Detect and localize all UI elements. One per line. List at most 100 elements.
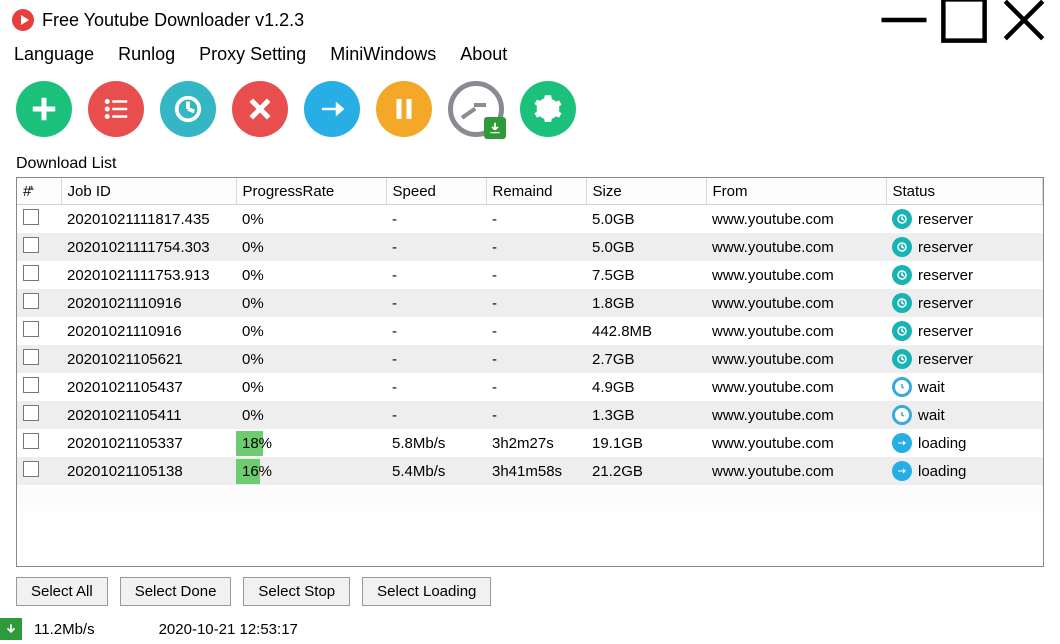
col-size[interactable]: Size [586, 178, 706, 205]
cell-job-id: 20201021105411 [61, 401, 236, 429]
cell-status: reserver [886, 317, 1043, 345]
table-row[interactable]: 202010211054110%--1.3GBwww.youtube.comwa… [17, 401, 1043, 429]
menu-miniwindows[interactable]: MiniWindows [326, 42, 440, 67]
cell-remain: - [486, 401, 586, 429]
cell-job-id: 20201021111753.913 [61, 261, 236, 289]
cell-speed: - [386, 401, 486, 429]
row-checkbox[interactable] [23, 433, 39, 449]
settings-button[interactable] [520, 81, 576, 137]
row-checkbox[interactable] [23, 237, 39, 253]
col-from[interactable]: From [706, 178, 886, 205]
cell-status: reserver [886, 261, 1043, 289]
col-job-id[interactable]: Job ID [61, 178, 236, 205]
cell-size: 5.0GB [586, 233, 706, 261]
cell-from: www.youtube.com [706, 457, 886, 485]
row-checkbox[interactable] [23, 349, 39, 365]
table-row[interactable]: 202010211056210%--2.7GBwww.youtube.comre… [17, 345, 1043, 373]
cell-progress: 0% [236, 401, 386, 429]
table-row[interactable]: 2020102110533718%5.8Mb/s3h2m27s19.1GBwww… [17, 429, 1043, 457]
cell-from: www.youtube.com [706, 233, 886, 261]
select-stop-button[interactable]: Select Stop [243, 577, 350, 606]
cell-status: reserver [886, 345, 1043, 373]
schedule-download-button[interactable] [448, 81, 504, 137]
list-button[interactable] [88, 81, 144, 137]
status-speed: 11.2Mb/s [34, 621, 95, 638]
table-row[interactable]: 20201021111753.9130%--7.5GBwww.youtube.c… [17, 261, 1043, 289]
row-checkbox[interactable] [23, 377, 39, 393]
table-row[interactable]: 202010211109160%--1.8GBwww.youtube.comre… [17, 289, 1043, 317]
menu-proxy-setting[interactable]: Proxy Setting [195, 42, 310, 67]
cell-from: www.youtube.com [706, 373, 886, 401]
row-checkbox[interactable] [23, 209, 39, 225]
col-index[interactable]: #▴ [17, 178, 61, 205]
status-reserve-icon [892, 321, 912, 341]
cell-from: www.youtube.com [706, 345, 886, 373]
status-reserve-icon [892, 349, 912, 369]
select-done-button[interactable]: Select Done [120, 577, 232, 606]
cell-status: loading [886, 457, 1043, 485]
cell-progress: 0% [236, 317, 386, 345]
status-loading-icon [892, 433, 912, 453]
cell-speed: - [386, 317, 486, 345]
cell-size: 7.5GB [586, 261, 706, 289]
cell-remain: - [486, 205, 586, 234]
cancel-button[interactable] [232, 81, 288, 137]
status-reserve-icon [892, 265, 912, 285]
row-checkbox[interactable] [23, 265, 39, 281]
cell-speed: 5.8Mb/s [386, 429, 486, 457]
cell-job-id: 20201021105437 [61, 373, 236, 401]
add-button[interactable] [16, 81, 72, 137]
timer-button[interactable] [160, 81, 216, 137]
status-loading-icon [892, 461, 912, 481]
close-button[interactable] [994, 0, 1054, 40]
table-row[interactable]: 20201021111817.4350%--5.0GBwww.youtube.c… [17, 205, 1043, 234]
row-checkbox[interactable] [23, 405, 39, 421]
menu-runlog[interactable]: Runlog [114, 42, 179, 67]
cell-size: 4.9GB [586, 373, 706, 401]
col-speed[interactable]: Speed [386, 178, 486, 205]
col-status[interactable]: Status [886, 178, 1043, 205]
select-all-button[interactable]: Select All [16, 577, 108, 606]
cell-progress: 0% [236, 289, 386, 317]
cell-size: 442.8MB [586, 317, 706, 345]
cell-speed: - [386, 373, 486, 401]
maximize-button[interactable] [934, 0, 994, 40]
cell-progress: 0% [236, 205, 386, 234]
status-wait-icon [892, 405, 912, 425]
cell-status: wait [886, 401, 1043, 429]
start-button[interactable] [304, 81, 360, 137]
menu-language[interactable]: Language [10, 42, 98, 67]
table-row[interactable]: 202010211054370%--4.9GBwww.youtube.comwa… [17, 373, 1043, 401]
row-checkbox[interactable] [23, 321, 39, 337]
cell-from: www.youtube.com [706, 429, 886, 457]
pause-button[interactable] [376, 81, 432, 137]
col-remain[interactable]: Remaind [486, 178, 586, 205]
download-indicator-icon [0, 618, 22, 640]
cell-progress: 0% [236, 345, 386, 373]
cell-speed: - [386, 289, 486, 317]
minimize-button[interactable] [874, 0, 934, 40]
cell-status: loading [886, 429, 1043, 457]
cell-job-id: 20201021105621 [61, 345, 236, 373]
status-reserve-icon [892, 237, 912, 257]
col-progress[interactable]: ProgressRate [236, 178, 386, 205]
cell-size: 1.3GB [586, 401, 706, 429]
select-loading-button[interactable]: Select Loading [362, 577, 491, 606]
cell-remain: - [486, 233, 586, 261]
window-title: Free Youtube Downloader v1.2.3 [42, 10, 874, 31]
main-area: Download List #▴ Job ID ProgressRate Spe… [0, 155, 1060, 616]
row-checkbox[interactable] [23, 293, 39, 309]
cell-from: www.youtube.com [706, 401, 886, 429]
table-row[interactable]: 2020102110513816%5.4Mb/s3h41m58s21.2GBww… [17, 457, 1043, 485]
menu-about[interactable]: About [456, 42, 511, 67]
menubar: Language Runlog Proxy Setting MiniWindow… [0, 40, 1060, 71]
cell-remain: 3h2m27s [486, 429, 586, 457]
cell-remain: 3h41m58s [486, 457, 586, 485]
row-checkbox[interactable] [23, 461, 39, 477]
table-row[interactable]: 202010211109160%--442.8MBwww.youtube.com… [17, 317, 1043, 345]
table-row-blank [17, 485, 1043, 511]
cell-remain: - [486, 289, 586, 317]
download-table: #▴ Job ID ProgressRate Speed Remaind Siz… [16, 177, 1044, 567]
table-row[interactable]: 20201021111754.3030%--5.0GBwww.youtube.c… [17, 233, 1043, 261]
download-badge-icon [484, 117, 506, 139]
